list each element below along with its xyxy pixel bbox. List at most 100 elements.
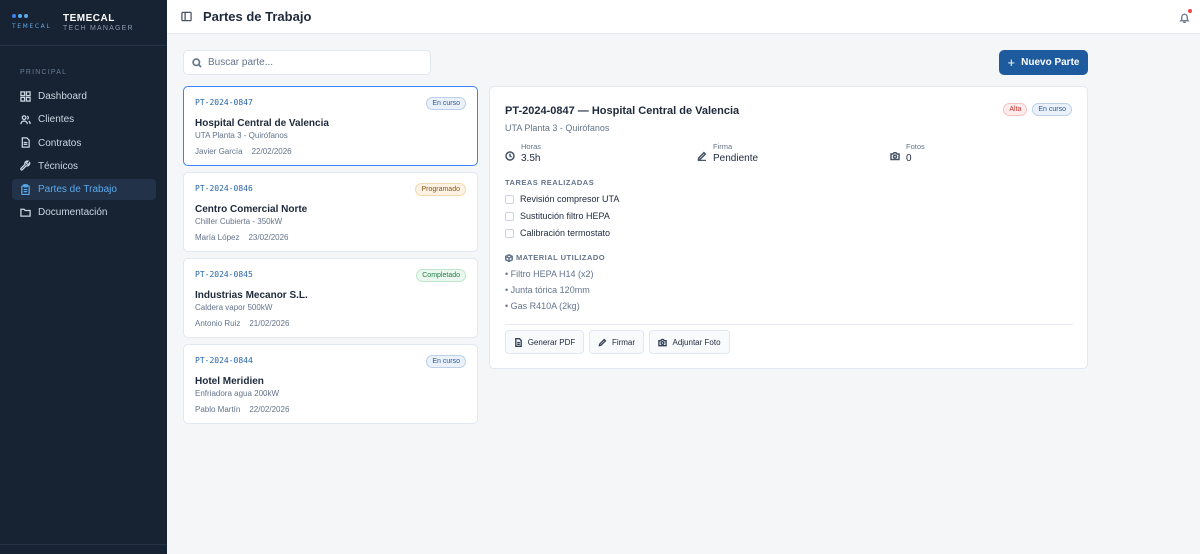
users-icon: [20, 114, 32, 126]
work-order-subtitle: Caldera vapor 500kW: [195, 303, 273, 312]
search-input[interactable]: [208, 57, 408, 68]
work-order-date: 21/02/2026: [249, 319, 290, 328]
plus-icon: +: [1007, 55, 1016, 70]
sidebar-item-label: Dashboard: [38, 91, 87, 102]
task-item[interactable]: Sustitución filtro HEPA: [505, 211, 610, 221]
sidebar-item-dashboard[interactable]: Dashboard: [12, 86, 156, 107]
technician-name: Antonio Ruiz: [195, 319, 241, 328]
new-parte-button[interactable]: + Nuevo Parte: [999, 50, 1088, 75]
priority-badge: Alta: [1003, 103, 1028, 116]
work-order-title: Industrias Mecanor S.L.: [195, 290, 308, 301]
work-order-code: PT-2024-0845: [195, 270, 253, 279]
new-parte-label: Nuevo Parte: [1021, 57, 1080, 68]
task-label: Revisión compresor UTA: [520, 194, 620, 204]
sidebar: TEMECAL TEMECAL TECH MANAGER PRINCIPAL D…: [0, 0, 167, 554]
status-badge: En curso: [426, 97, 466, 110]
page-title: Partes de Trabajo: [203, 9, 312, 24]
signature-icon: [697, 148, 709, 162]
work-order-card[interactable]: PT-2024-0846 Programado Centro Comercial…: [183, 172, 478, 252]
clock-icon: [505, 148, 517, 161]
work-order-detail: PT-2024-0847 — Hospital Central de Valen…: [489, 86, 1088, 369]
stat-firma: Firma Pendiente: [697, 142, 758, 164]
task-checkbox[interactable]: [505, 228, 514, 238]
sidebar-nav: Dashboard Clientes Contratos Técnicos Pa…: [12, 86, 156, 226]
bell-icon[interactable]: [1179, 9, 1192, 24]
adjuntar-foto-button[interactable]: Adjuntar Foto: [649, 330, 730, 354]
sidebar-item-partes-de-trabajo[interactable]: Partes de Trabajo: [12, 179, 156, 201]
camera-icon: [890, 148, 902, 161]
tasks-heading: TAREAS REALIZADAS: [505, 178, 595, 187]
grid-icon: [20, 90, 32, 103]
folder-icon: [20, 207, 32, 219]
work-order-code: PT-2024-0844: [195, 356, 253, 365]
file-pdf-icon: [514, 337, 522, 347]
task-checkbox[interactable]: [505, 194, 514, 204]
technician-name: María López: [195, 233, 240, 242]
camera-icon: [658, 338, 668, 346]
sidebar-item-label: Partes de Trabajo: [38, 184, 117, 196]
work-order-subtitle: UTA Planta 3 - Quirófanos: [195, 131, 288, 140]
work-order-title: Centro Comercial Norte: [195, 204, 308, 215]
work-order-title: Hospital Central de Valencia: [195, 118, 329, 129]
generar-pdf-button[interactable]: Generar PDF: [505, 330, 584, 354]
stat-horas: Horas 3.5h: [505, 142, 541, 164]
technician-name: Javier García: [195, 147, 243, 156]
detail-subtitle: UTA Planta 3 - Quirófanos: [505, 123, 610, 133]
notification-dot: [1188, 9, 1192, 13]
sidebar-toggle-icon[interactable]: [181, 11, 193, 23]
stat-label: Horas: [521, 142, 542, 151]
work-order-card[interactable]: PT-2024-0844 En curso Hotel Meridien Enf…: [183, 344, 478, 424]
sidebar-item-contratos[interactable]: Contratos: [12, 133, 156, 154]
work-order-card[interactable]: PT-2024-0845 Completado Industrias Mecan…: [183, 258, 478, 338]
logo: TEMECAL: [12, 12, 58, 34]
material-item: • Junta tórica 120mm: [505, 285, 590, 295]
work-order-code: PT-2024-0846: [195, 184, 253, 193]
materials-heading: MATERIAL UTILIZADO: [505, 253, 605, 262]
sidebar-item-documentacion[interactable]: Documentación: [12, 202, 156, 223]
stat-value: Pendiente: [713, 153, 759, 164]
material-item: • Filtro HEPA H14 (x2): [505, 269, 594, 279]
work-order-title: Hotel Meridien: [195, 376, 264, 387]
signature-icon: [598, 338, 607, 347]
divider: [505, 324, 1073, 325]
top-header: Partes de Trabajo: [167, 0, 1200, 34]
technician-name: Pablo Martín: [195, 405, 241, 414]
task-item[interactable]: Calibración termostato: [505, 228, 610, 238]
sidebar-item-tecnicos[interactable]: Técnicos: [12, 156, 156, 177]
brand-subtitle: TECH MANAGER: [63, 25, 134, 32]
sidebar-item-label: Clientes: [38, 114, 75, 126]
stat-value: 3.5h: [521, 153, 541, 164]
work-order-card[interactable]: PT-2024-0847 En curso Hospital Central d…: [183, 86, 478, 166]
work-order-date: 22/02/2026: [249, 405, 290, 414]
wrench-icon: [20, 160, 32, 172]
status-badge: En curso: [426, 355, 466, 368]
sidebar-item-clientes[interactable]: Clientes: [12, 109, 156, 130]
status-badge: En curso: [1032, 103, 1072, 116]
stat-fotos: Fotos 0: [890, 142, 925, 164]
status-badge: Programado: [415, 183, 466, 196]
search-box[interactable]: [183, 50, 431, 75]
stat-label: Firma: [713, 142, 733, 151]
detail-title: PT-2024-0847 — Hospital Central de Valen…: [505, 105, 740, 117]
file-icon: [20, 137, 32, 149]
brand-name: TEMECAL: [63, 13, 115, 24]
sidebar-item-label: Contratos: [38, 137, 82, 149]
package-icon: [505, 253, 513, 262]
material-item: • Gas R410A (2kg): [505, 301, 580, 311]
task-item[interactable]: Revisión compresor UTA: [505, 194, 619, 204]
work-order-date: 23/02/2026: [248, 233, 289, 242]
work-order-subtitle: Enfriadora agua 200kW: [195, 389, 280, 398]
clipboard-icon: [20, 183, 32, 196]
stat-value: 0: [906, 153, 912, 164]
nav-section-label: PRINCIPAL: [20, 69, 68, 76]
task-checkbox[interactable]: [505, 211, 514, 221]
firmar-button[interactable]: Firmar: [589, 330, 644, 354]
search-icon: [192, 57, 202, 68]
work-order-code: PT-2024-0847: [195, 98, 253, 107]
task-label: Sustitución filtro HEPA: [520, 211, 610, 221]
sidebar-item-label: Documentación: [38, 207, 108, 219]
brand[interactable]: TEMECAL TEMECAL TECH MANAGER: [0, 0, 167, 46]
sidebar-item-label: Técnicos: [38, 160, 79, 172]
status-badge: Completado: [416, 269, 466, 282]
stat-label: Fotos: [906, 142, 925, 151]
